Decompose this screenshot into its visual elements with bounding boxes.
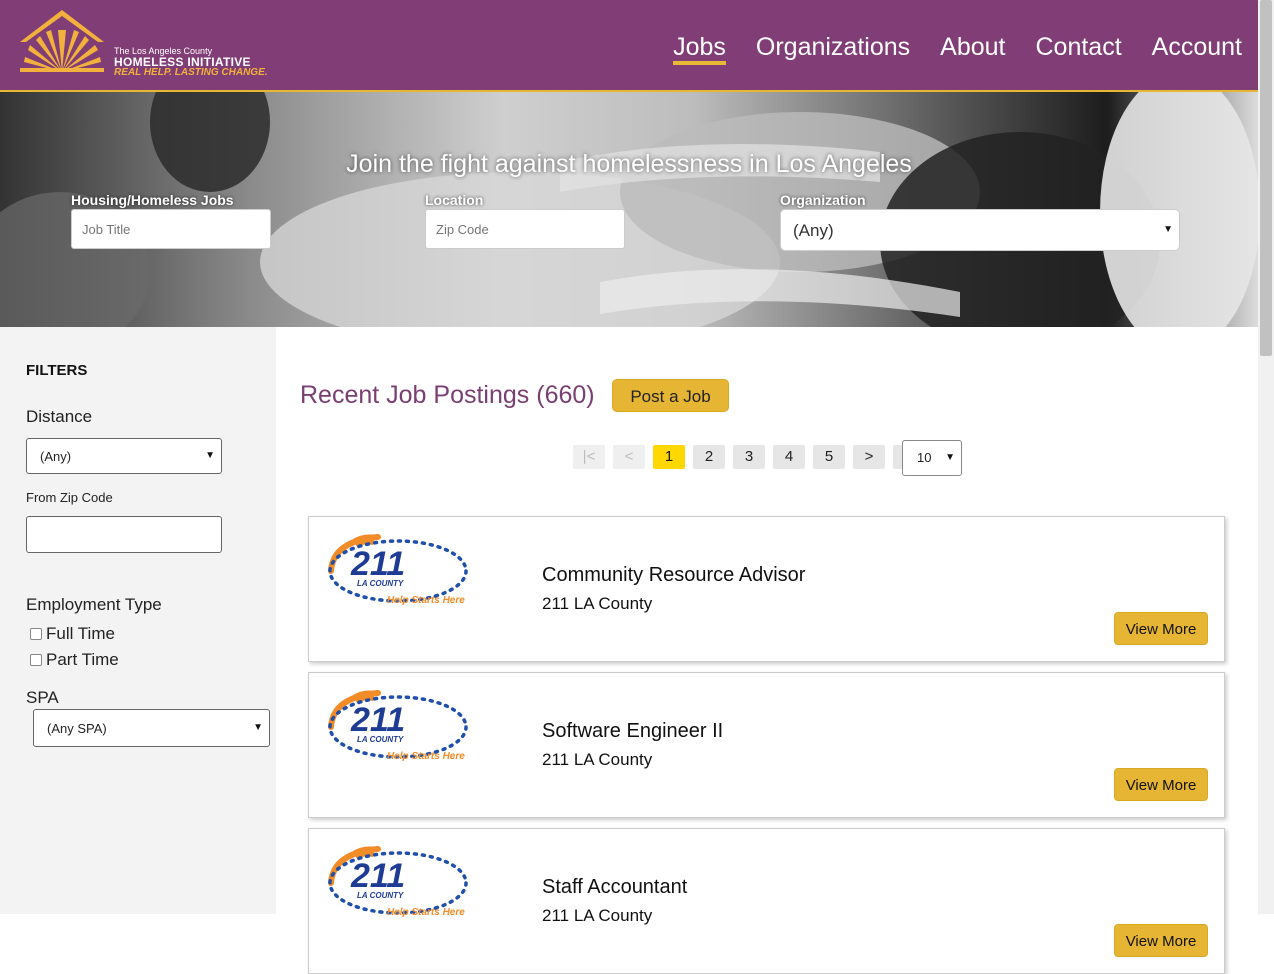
filters-sidebar: FILTERS Distance (Any) ▼ From Zip Code E… [0,327,276,914]
chevron-down-icon: ▼ [945,452,955,463]
nav-account[interactable]: Account [1152,34,1242,65]
nav-organizations[interactable]: Organizations [756,34,910,65]
part-time-label: Part Time [46,650,119,669]
per-page-value: 10 [917,450,932,465]
chevron-down-icon: ▼ [1163,224,1173,235]
job-title[interactable]: Software Engineer II [542,720,723,743]
post-a-job-button[interactable]: Post a Job [612,379,729,412]
view-more-button[interactable]: View More [1114,924,1208,957]
sunburst-house-icon [20,10,104,72]
employment-type-label: Employment Type [26,595,162,614]
job-card: 211 LA COUNTY Help Starts Here Software … [308,672,1225,818]
page-title: Recent Job Postings (660) [300,381,595,409]
nav-contact[interactable]: Contact [1035,34,1121,65]
first-page-button[interactable]: |< [573,445,605,469]
vertical-scrollbar[interactable] [1258,0,1274,914]
location-label: Location [425,192,484,208]
top-header: The Los Angeles County HOMELESS INITIATI… [0,0,1258,92]
nav-about[interactable]: About [940,34,1005,65]
organization-select[interactable]: (Any) ▼ [780,209,1180,251]
spa-select-value: (Any SPA) [47,721,107,736]
chevron-down-icon: ▼ [205,450,215,461]
job-organization: 211 LA County [542,594,653,613]
page-button-4[interactable]: 4 [773,445,805,469]
zip-code-input[interactable] [425,209,625,249]
logo-tag: Help Starts Here [387,595,465,606]
logo-tag: Help Starts Here [387,751,465,762]
job-card: 211 LA COUNTY Help Starts Here Staff Acc… [308,828,1225,974]
logo-sub: LA COUNTY [357,579,404,588]
prev-page-button[interactable]: < [613,445,645,469]
logo-number: 211 [350,857,405,895]
filters-heading: FILTERS [26,362,88,379]
full-time-label: Full Time [46,624,115,643]
hero-title: Join the fight against homelessness in L… [346,150,912,178]
from-zip-label: From Zip Code [26,490,113,505]
hero-banner: Join the fight against homelessness in L… [0,92,1258,327]
job-title[interactable]: Staff Accountant [542,876,687,899]
chevron-down-icon: ▼ [253,722,263,733]
view-more-button[interactable]: View More [1114,768,1208,801]
part-time-checkbox[interactable]: Part Time [30,650,119,670]
page-button-3[interactable]: 3 [733,445,765,469]
job-search-field: Housing/Homeless Jobs [71,192,271,249]
spa-label: SPA [26,688,59,707]
distance-select[interactable]: (Any) ▼ [26,438,222,474]
scrollbar-thumb[interactable] [1260,0,1272,356]
checkbox-box[interactable] [30,654,42,666]
view-more-button[interactable]: View More [1114,612,1208,645]
211-la-county-logo: 211 LA COUNTY Help Starts Here [328,690,468,762]
homeless-initiative-logo[interactable]: The Los Angeles County HOMELESS INITIATI… [20,10,280,84]
distance-label: Distance [26,407,93,426]
from-zip-input[interactable] [26,516,222,553]
job-organization: 211 LA County [542,750,653,769]
checkbox-box[interactable] [30,628,42,640]
page-button-2[interactable]: 2 [693,445,725,469]
pagination: |< < 1 2 3 4 5 > >| [573,445,925,469]
job-organization: 211 LA County [542,906,653,925]
full-time-checkbox[interactable]: Full Time [30,624,115,644]
distance-select-value: (Any) [40,449,72,464]
logo-tag: Help Starts Here [387,907,465,918]
page-button-5[interactable]: 5 [813,445,845,469]
logo-tagline: REAL HELP. LASTING CHANGE. [114,67,268,78]
logo-sub: LA COUNTY [357,735,404,744]
job-card: 211 LA COUNTY Help Starts Here Community… [308,516,1225,662]
logo-number: 211 [350,701,405,739]
location-field: Location [425,192,625,249]
nav-jobs[interactable]: Jobs [673,34,726,66]
211-la-county-logo: 211 LA COUNTY Help Starts Here [328,846,468,918]
job-title-input[interactable] [71,209,271,249]
main-nav: Jobs Organizations About Contact Account [673,34,1242,66]
spa-select[interactable]: (Any SPA) ▼ [33,709,270,747]
per-page-select[interactable]: 10 ▼ [902,440,962,476]
organization-select-value: (Any) [793,221,834,240]
organization-label: Organization [780,192,866,208]
page-button-1[interactable]: 1 [653,445,685,469]
organization-field: Organization (Any) ▼ [780,192,1180,251]
next-page-button[interactable]: > [853,445,885,469]
job-title[interactable]: Community Resource Advisor [542,564,805,587]
logo-number: 211 [350,545,405,583]
job-title-label: Housing/Homeless Jobs [71,192,234,208]
logo-sub: LA COUNTY [357,891,404,900]
211-la-county-logo: 211 LA COUNTY Help Starts Here [328,534,468,606]
